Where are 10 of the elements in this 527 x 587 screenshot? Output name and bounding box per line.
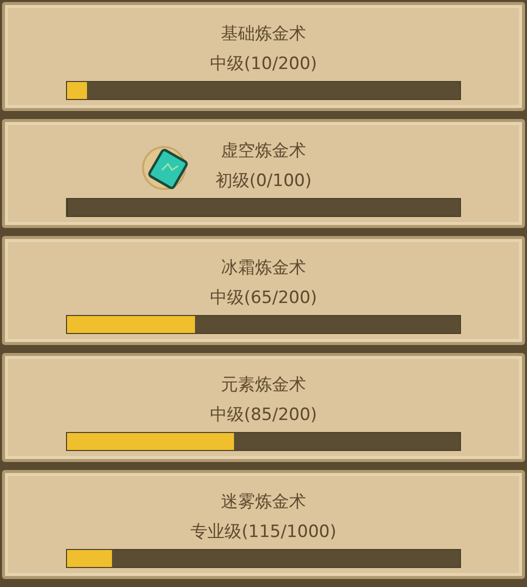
skill-name: 元素炼金术 — [221, 374, 306, 396]
skill-name: 基础炼金术 — [221, 23, 306, 45]
skill-name: 迷雾炼金术 — [221, 491, 306, 513]
skill-progress-text: 中级(85/200) — [210, 404, 318, 426]
skill-progress-text: 专业级(115/1000) — [190, 521, 336, 543]
skill-name: 虚空炼金术 — [221, 140, 306, 162]
skill-progress-text: 初级(0/100) — [215, 170, 312, 192]
skill-progress-text: 中级(10/200) — [210, 53, 318, 75]
skill-progress-text: 中级(65/200) — [210, 287, 318, 309]
skill-name: 冰霜炼金术 — [221, 257, 306, 279]
